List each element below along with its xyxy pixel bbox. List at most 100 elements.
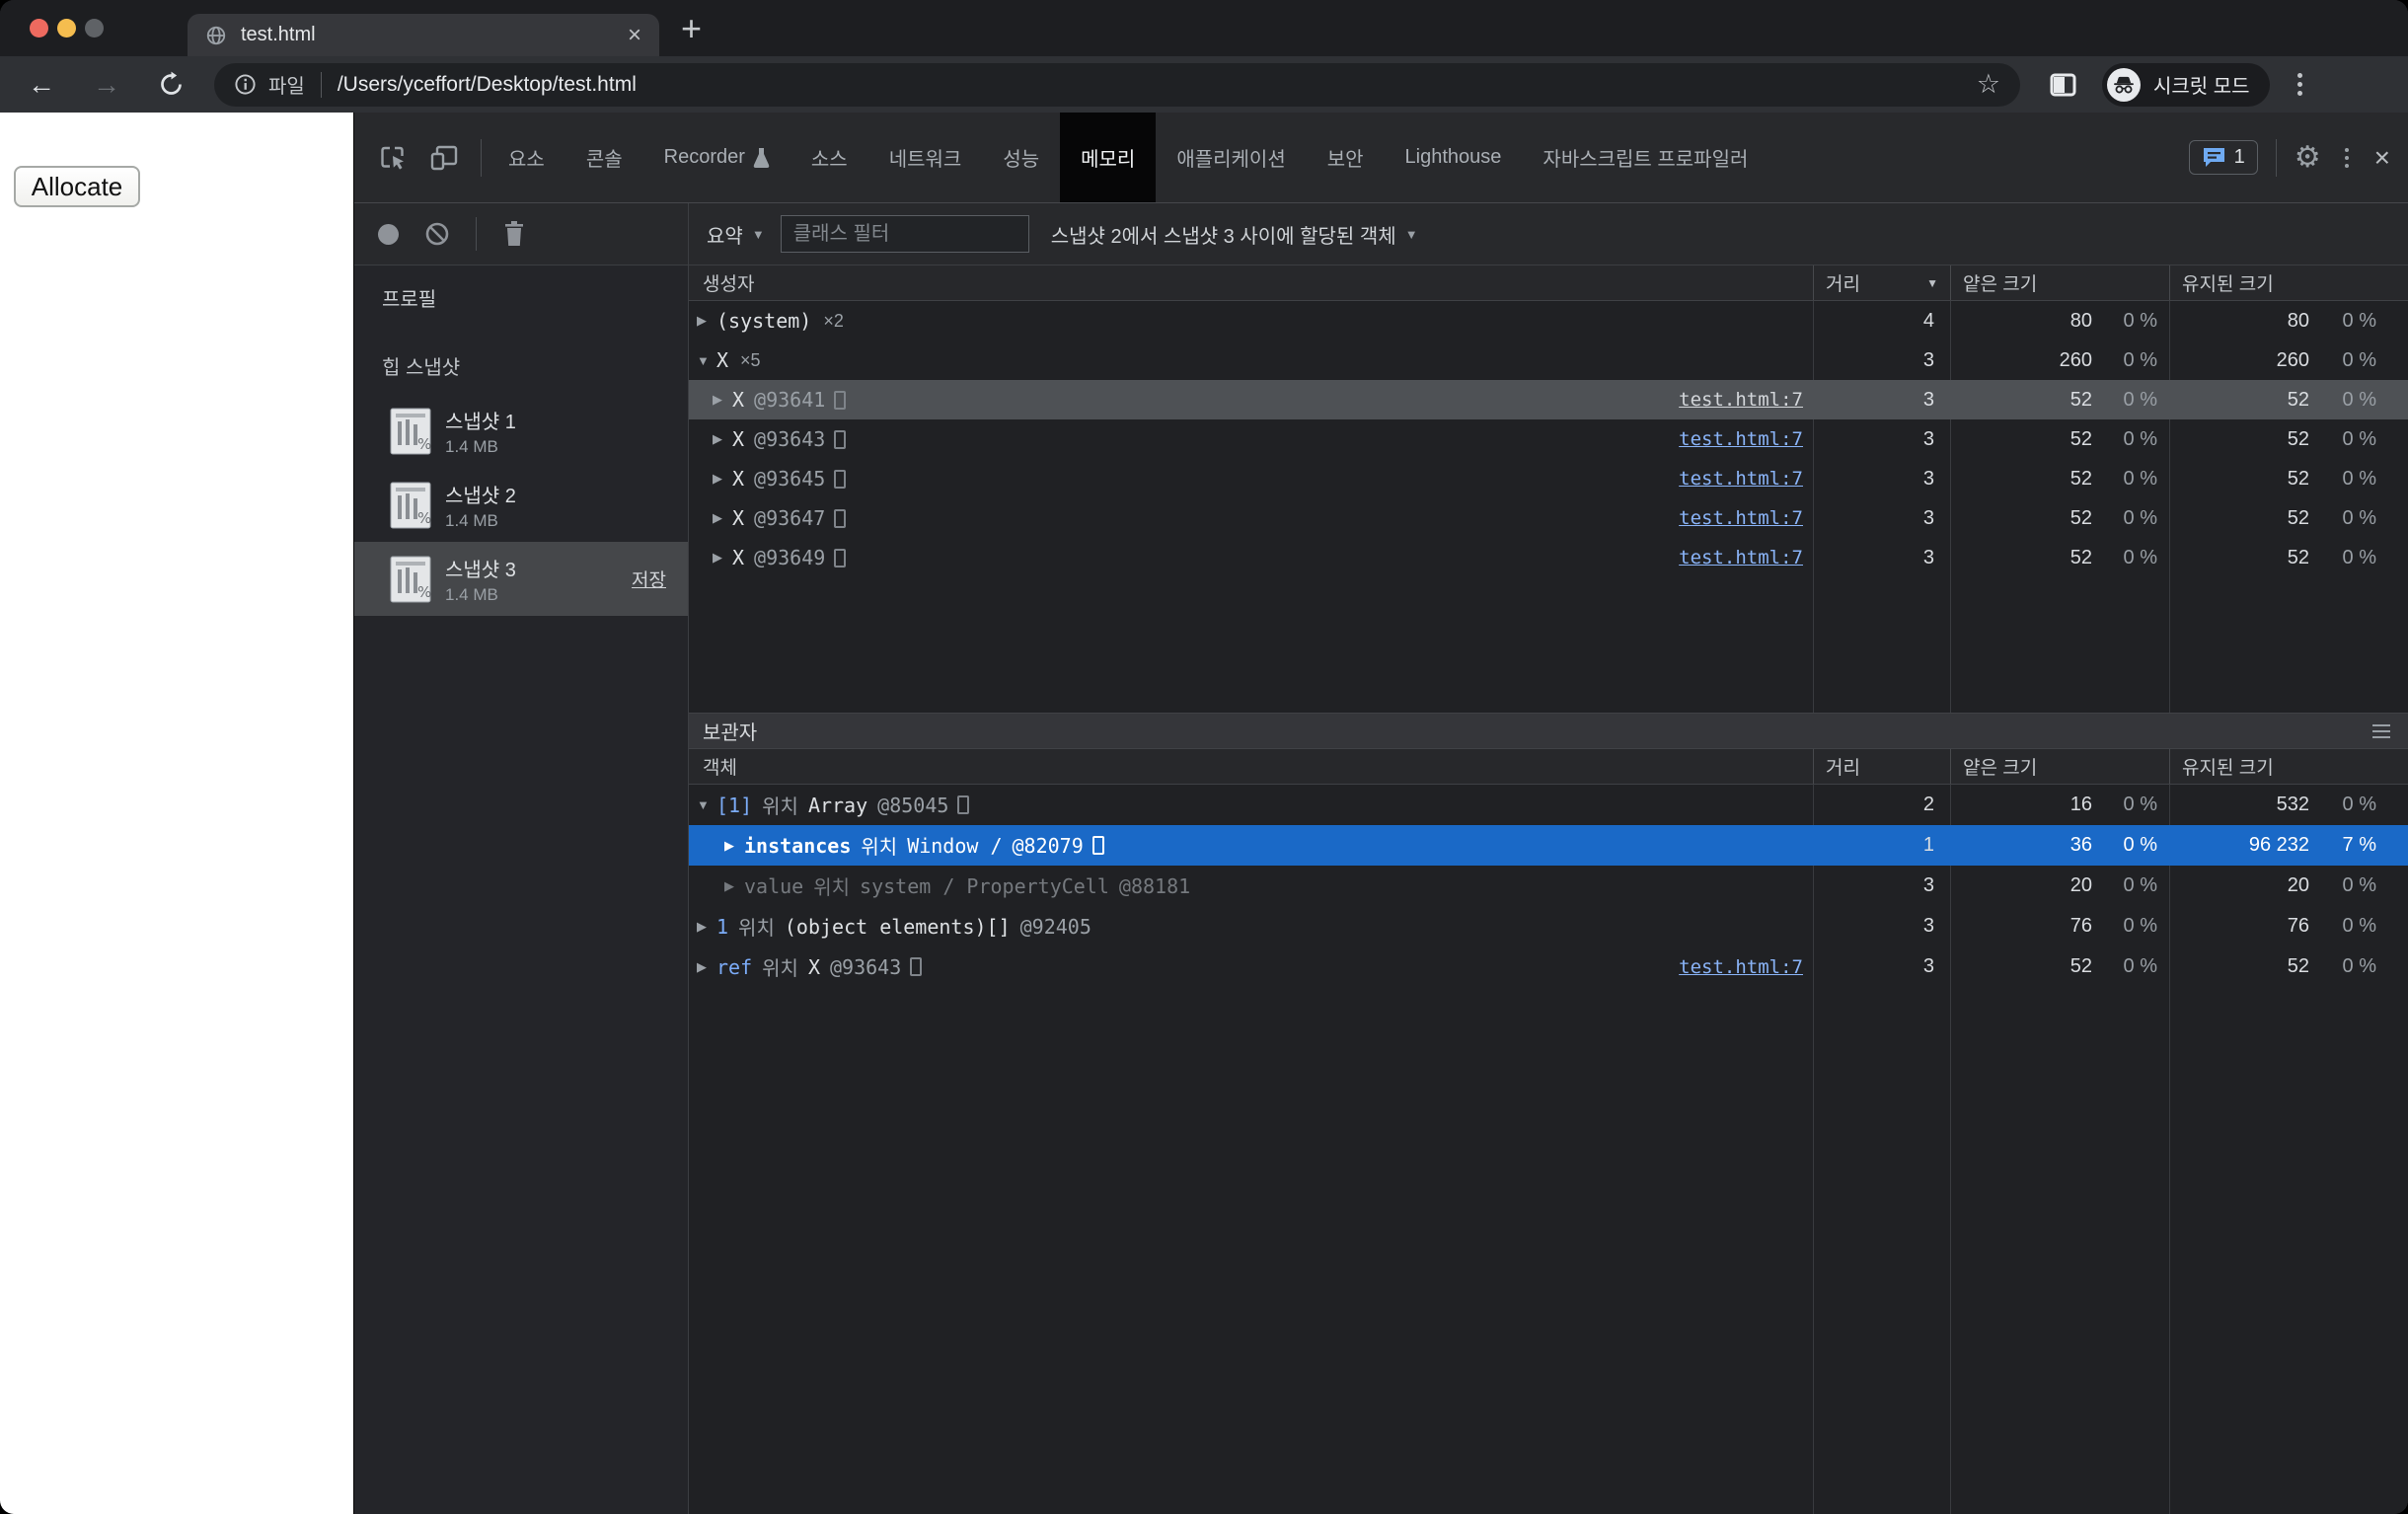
constructor-row[interactable]: ▶X@93641test.html:73520 %520 % bbox=[689, 380, 2408, 419]
name-segment-name: system / PropertyCell bbox=[860, 874, 1109, 898]
devtools-tab[interactable]: 자바스크립트 프로파일러 bbox=[1522, 113, 1768, 202]
constructor-row[interactable]: ▶X@93647test.html:73520 %520 % bbox=[689, 498, 2408, 538]
retainers-section-bar: 보관자 bbox=[689, 713, 2408, 749]
snapshot-item[interactable]: %스냅샷 11.4 MB bbox=[354, 394, 688, 468]
name-segment-addr: @93641 bbox=[754, 388, 825, 412]
chevron-down-icon: ▼ bbox=[1405, 227, 1418, 242]
expand-arrow-icon[interactable]: ▶ bbox=[713, 431, 732, 447]
issues-badge[interactable]: 1 bbox=[2189, 140, 2258, 175]
retainer-row[interactable]: ▶ref위치X@93643test.html:73520 %520 % bbox=[689, 946, 2408, 987]
devtools-tab[interactable]: Recorder bbox=[643, 113, 790, 202]
retainer-row[interactable]: ▶1위치(object elements)[]@924053760 %760 % bbox=[689, 906, 2408, 946]
object-column-header[interactable]: 객체 bbox=[689, 749, 1813, 784]
browser-menu-icon[interactable] bbox=[2297, 73, 2302, 96]
tab-close-icon[interactable]: × bbox=[628, 24, 641, 47]
retainer-row[interactable]: ▼[1]위치Array@850452160 %5320 % bbox=[689, 785, 2408, 825]
snapshot-item[interactable]: %스냅샷 21.4 MB bbox=[354, 468, 688, 542]
constructor-row[interactable]: ▶X@93645test.html:73520 %520 % bbox=[689, 459, 2408, 498]
retained-size-column-header[interactable]: 유지된 크기 bbox=[2169, 749, 2408, 784]
devtools-tab[interactable]: 네트워크 bbox=[868, 113, 983, 202]
shallow-size-cell: 520 % bbox=[1950, 419, 2169, 459]
source-link[interactable]: test.html:7 bbox=[1679, 547, 1803, 568]
class-filter-input[interactable] bbox=[781, 215, 1029, 253]
source-link[interactable]: test.html:7 bbox=[1679, 468, 1803, 490]
devtools-menu-icon[interactable] bbox=[2345, 148, 2349, 168]
shallow-size-column-header[interactable]: 얕은 크기 bbox=[1950, 265, 2169, 300]
snapshot-name: 스냅샷 2 bbox=[445, 480, 516, 508]
retained-size-cell: 520 % bbox=[2169, 459, 2408, 498]
inspect-element-icon[interactable] bbox=[378, 113, 408, 202]
devtools-tab[interactable]: 요소 bbox=[488, 113, 565, 202]
close-window-button[interactable] bbox=[30, 19, 48, 38]
constructor-row[interactable]: ▶X@93649test.html:73520 %520 % bbox=[689, 538, 2408, 577]
devtools-tab[interactable]: 콘솔 bbox=[565, 113, 643, 202]
address-bar[interactable]: 파일 /Users/yceffort/Desktop/test.html ☆ bbox=[214, 63, 2020, 107]
expand-arrow-icon[interactable]: ▶ bbox=[697, 313, 716, 329]
source-link[interactable]: test.html:7 bbox=[1679, 507, 1803, 529]
clear-profiles-icon[interactable] bbox=[424, 221, 450, 247]
distance-cell: 3 bbox=[1813, 946, 1950, 987]
devtools-tab[interactable]: Lighthouse bbox=[1385, 113, 1523, 202]
device-toolbar-icon[interactable] bbox=[429, 113, 459, 202]
expand-arrow-icon[interactable]: ▶ bbox=[697, 959, 716, 975]
snapshot-item[interactable]: %스냅샷 31.4 MB저장 bbox=[354, 542, 688, 616]
snapshot-save-link[interactable]: 저장 bbox=[632, 566, 666, 592]
minimize-window-button[interactable] bbox=[57, 19, 76, 38]
retained-size-column-header[interactable]: 유지된 크기 bbox=[2169, 265, 2408, 300]
source-link[interactable]: test.html:7 bbox=[1679, 956, 1803, 978]
new-tab-button[interactable]: + bbox=[681, 8, 702, 49]
name-segment-name: (system) bbox=[716, 309, 811, 333]
expand-arrow-icon[interactable]: ▶ bbox=[713, 392, 732, 408]
shallow-size-cell: 520 % bbox=[1950, 380, 2169, 419]
object-preview-icon bbox=[1092, 836, 1104, 855]
constructor-row[interactable]: ▶X@93643test.html:73520 %520 % bbox=[689, 419, 2408, 459]
constructor-row[interactable]: ▶(system)×24800 %800 % bbox=[689, 301, 2408, 341]
collapse-arrow-icon[interactable]: ▼ bbox=[697, 797, 716, 812]
constructors-title[interactable]: 생성자 bbox=[689, 265, 1813, 300]
snapshot-document-icon: % bbox=[390, 408, 431, 455]
devtools-tab[interactable]: 메모리 bbox=[1060, 113, 1156, 202]
shallow-size-cell: 200 % bbox=[1950, 866, 2169, 906]
bookmark-star-icon[interactable]: ☆ bbox=[1977, 69, 2000, 100]
distance-column-header[interactable]: 거리 bbox=[1813, 749, 1950, 784]
sort-descending-icon: ▼ bbox=[1926, 276, 1938, 290]
back-button[interactable]: ← bbox=[28, 71, 55, 99]
devtools-close-icon[interactable]: × bbox=[2374, 144, 2390, 172]
snapshot-range-select[interactable]: 스냅샷 2에서 스냅샷 3 사이에 할당된 객체 bbox=[1051, 220, 1396, 249]
distance-column-header[interactable]: 거리 ▼ bbox=[1813, 265, 1950, 300]
browser-tab[interactable]: test.html × bbox=[188, 14, 659, 56]
shallow-size-column-header[interactable]: 얕은 크기 bbox=[1950, 749, 2169, 784]
expand-arrow-icon[interactable]: ▶ bbox=[713, 550, 732, 566]
source-link[interactable]: test.html:7 bbox=[1679, 389, 1803, 411]
reload-button[interactable] bbox=[158, 71, 185, 98]
devtools-tab[interactable]: 소스 bbox=[790, 113, 868, 202]
side-panel-icon[interactable] bbox=[2050, 73, 2076, 97]
devtools-tab[interactable]: 애플리케이션 bbox=[1156, 113, 1306, 202]
fullscreen-window-button[interactable] bbox=[85, 19, 104, 38]
record-heap-snapshot-button[interactable] bbox=[378, 224, 399, 245]
info-icon[interactable] bbox=[234, 73, 257, 96]
url-text[interactable]: /Users/yceffort/Desktop/test.html bbox=[338, 73, 637, 97]
forward-button[interactable]: → bbox=[93, 71, 120, 99]
expand-arrow-icon[interactable]: ▶ bbox=[724, 878, 744, 894]
retainers-menu-icon[interactable] bbox=[2372, 724, 2390, 738]
retainer-row[interactable]: ▶instances위치Window /@820791360 %96 2327 … bbox=[689, 825, 2408, 866]
url-scheme-label: 파일 bbox=[268, 70, 305, 99]
expand-arrow-icon[interactable]: ▶ bbox=[697, 919, 716, 935]
perspective-select[interactable]: 요약 bbox=[707, 220, 743, 249]
heap-snapshots-heading: 힙 스냅샷 bbox=[382, 351, 688, 380]
allocate-button[interactable]: Allocate bbox=[14, 166, 140, 207]
filter-controls: 요약 ▼ 스냅샷 2에서 스냅샷 3 사이에 할당된 객체 ▼ bbox=[689, 203, 2408, 265]
expand-arrow-icon[interactable]: ▶ bbox=[713, 471, 732, 487]
constructor-row[interactable]: ▼X×532600 %2600 % bbox=[689, 341, 2408, 380]
shallow-size-cell: 520 % bbox=[1950, 538, 2169, 577]
devtools-tab[interactable]: 성능 bbox=[982, 113, 1060, 202]
devtools-tab[interactable]: 보안 bbox=[1307, 113, 1385, 202]
expand-arrow-icon[interactable]: ▶ bbox=[713, 510, 732, 526]
settings-gear-icon[interactable]: ⚙ bbox=[2295, 143, 2321, 173]
source-link[interactable]: test.html:7 bbox=[1679, 428, 1803, 450]
expand-arrow-icon[interactable]: ▶ bbox=[724, 838, 744, 854]
collapse-arrow-icon[interactable]: ▼ bbox=[697, 353, 716, 368]
delete-profile-icon[interactable] bbox=[502, 220, 526, 248]
retainer-row[interactable]: ▶value위치system / PropertyCell@881813200 … bbox=[689, 866, 2408, 906]
